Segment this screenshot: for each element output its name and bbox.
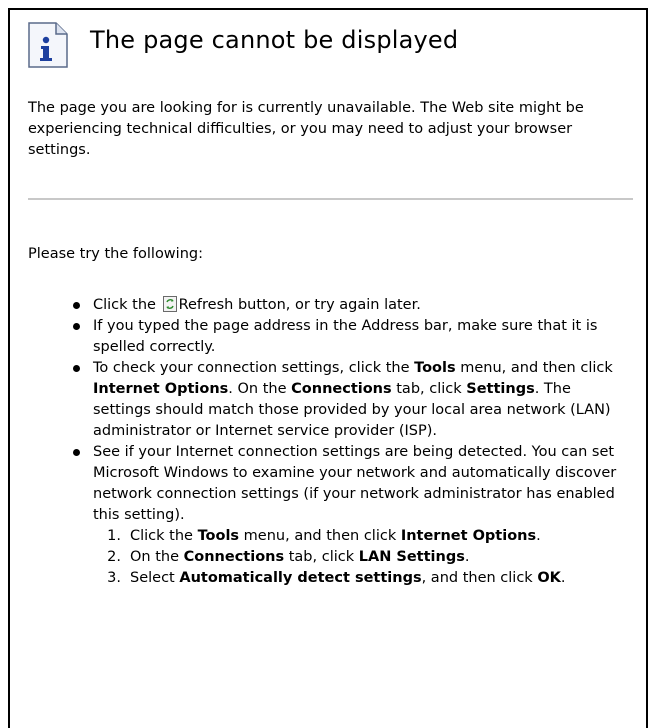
step-text: . (536, 528, 541, 544)
step-item: 1. Click the Tools menu, and then click I… (101, 526, 632, 547)
bullet-text: If you typed the page address in the Add… (93, 318, 598, 355)
step-text: , and then click (421, 570, 538, 586)
connections-tab-ref: Connections (183, 549, 285, 565)
internet-options-ref: Internet Options (93, 381, 229, 397)
list-item: If you typed the page address in the Add… (72, 316, 632, 358)
lan-settings-ref: LAN Settings (358, 549, 465, 565)
bullet-text: To check your connection settings, click… (93, 360, 415, 376)
bullet-text: menu, and then click (455, 360, 613, 376)
step-text: On the (130, 549, 184, 565)
step-text: . (464, 549, 470, 565)
bullet-text: tab, click (391, 381, 467, 397)
intro-text: The page you are looking for is currentl… (28, 100, 584, 158)
step-text: Click the (130, 528, 198, 544)
list-item: To check your connection settings, click… (72, 358, 632, 442)
list-item: Click the Refresh button, or try again l… (72, 295, 632, 316)
steps-list: 1. Click the Tools menu, and then click I… (101, 526, 632, 589)
step-number: 2. (107, 549, 121, 565)
bullet-text: Click the (93, 297, 156, 313)
suggestions-list: Click the Refresh button, or try again l… (72, 295, 632, 589)
internet-options-ref: Internet Options (400, 528, 537, 544)
divider (28, 198, 633, 200)
bullet-text: . On the (228, 381, 292, 397)
bullet-text: Refresh button, or try again later. (178, 297, 421, 313)
ok-button-ref: OK (537, 570, 561, 586)
bullet-text: See if your Internet connection settings… (93, 444, 617, 523)
page-header: The page cannot be displayed (28, 22, 458, 68)
auto-detect-ref: Automatically detect settings (179, 570, 422, 586)
tools-menu-ref: Tools (414, 360, 456, 376)
step-item: 3. Select Automatically detect settings, … (101, 568, 632, 589)
step-text: menu, and then click (239, 528, 401, 544)
step-item: 2. On the Connections tab, click LAN Sett… (101, 547, 632, 568)
list-item: See if your Internet connection settings… (72, 442, 632, 589)
refresh-icon (162, 296, 177, 312)
tools-menu-ref: Tools (197, 528, 240, 544)
settings-button-ref: Settings (466, 381, 535, 397)
page-title: The page cannot be displayed (90, 26, 459, 54)
try-heading: Please try the following: (28, 246, 203, 262)
info-icon (28, 22, 68, 68)
step-number: 1. (107, 528, 121, 544)
step-text: Select (130, 570, 180, 586)
step-text: . (560, 570, 566, 586)
connections-tab-ref: Connections (291, 381, 392, 397)
step-number: 3. (107, 570, 121, 586)
step-text: tab, click (284, 549, 359, 565)
